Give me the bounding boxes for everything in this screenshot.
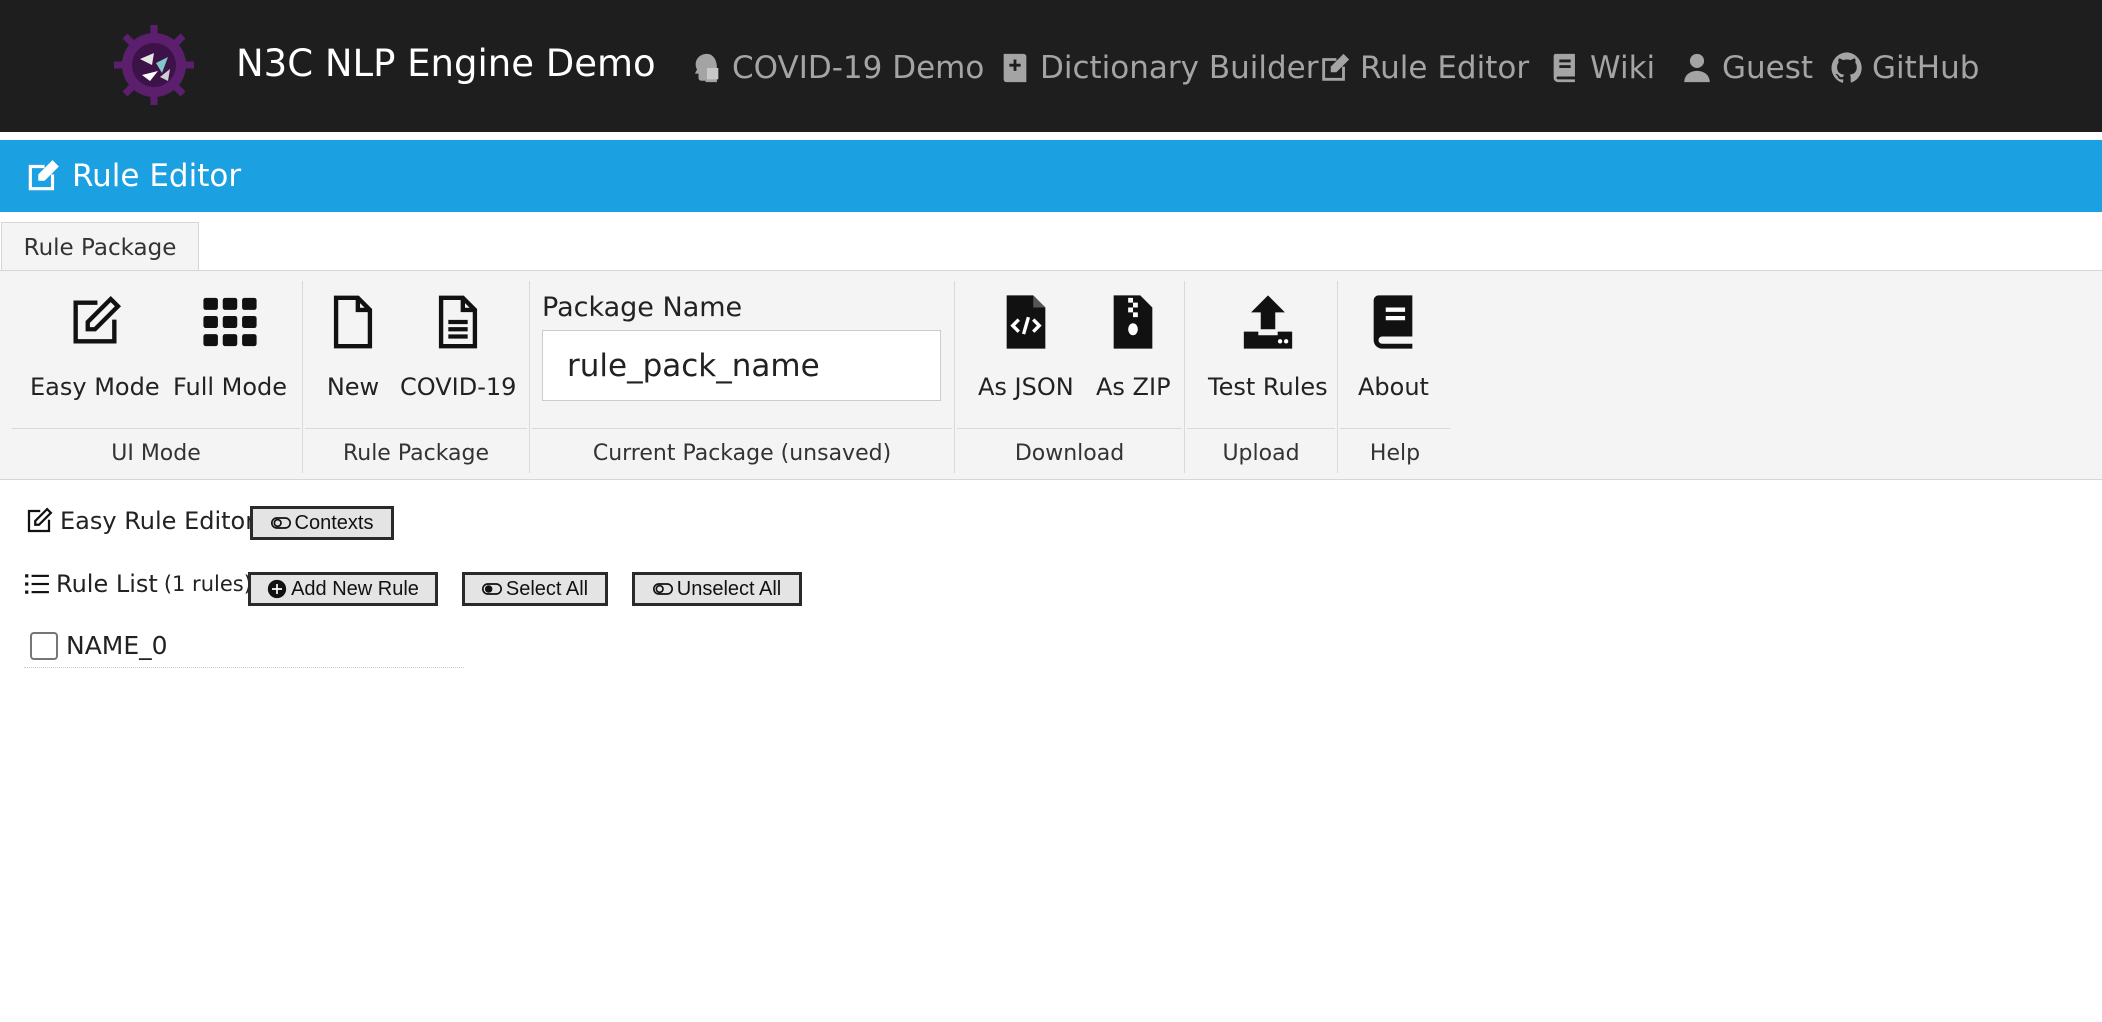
list-icon bbox=[25, 574, 49, 594]
grid-icon bbox=[203, 297, 257, 347]
easy-rule-editor-header: Easy Rule Editor bbox=[24, 506, 255, 536]
new-package-button[interactable]: New bbox=[324, 293, 382, 401]
head-side-mask-icon bbox=[694, 53, 719, 83]
tab-rule-package[interactable]: Rule Package bbox=[1, 222, 199, 272]
group-label-ui-mode: UI Mode bbox=[111, 441, 201, 466]
download-zip-button[interactable]: As ZIP bbox=[1096, 293, 1171, 401]
group-label-upload: Upload bbox=[1222, 441, 1300, 466]
rule-count: (1 rules) bbox=[163, 572, 252, 596]
rule-list-header: Rule List (1 rules) bbox=[24, 570, 252, 598]
toggle-on-icon bbox=[481, 583, 502, 595]
book-plus-icon bbox=[1003, 53, 1027, 83]
group-label-download: Download bbox=[1014, 441, 1125, 466]
covid19-package-button[interactable]: COVID-19 bbox=[400, 293, 516, 401]
toggle-off-icon bbox=[270, 517, 291, 529]
rule-list-title: Rule List bbox=[56, 570, 158, 598]
file-lines-icon bbox=[439, 295, 478, 349]
group-label-help: Help bbox=[1369, 441, 1421, 466]
package-name-label: Package Name bbox=[542, 292, 743, 323]
file-zipper-icon bbox=[1113, 295, 1153, 349]
ribbon-toolbar: Easy Mode Full Mode UI Mode New COVID-19… bbox=[0, 270, 2102, 480]
page-title: Rule Editor bbox=[72, 158, 242, 194]
package-name-input[interactable] bbox=[542, 330, 941, 401]
add-new-rule-button[interactable]: Add New Rule bbox=[248, 572, 438, 606]
upload-icon bbox=[1243, 295, 1292, 349]
user-icon bbox=[1684, 53, 1710, 83]
group-label-current-package: Current Package (unsaved) bbox=[592, 441, 892, 466]
editor-title: Easy Rule Editor bbox=[60, 507, 256, 535]
book-icon bbox=[1374, 295, 1413, 349]
github-icon bbox=[1831, 52, 1862, 83]
easy-mode-button[interactable]: Easy Mode bbox=[30, 293, 160, 401]
full-mode-button[interactable]: Full Mode bbox=[173, 293, 287, 401]
select-all-button[interactable]: Select All bbox=[462, 572, 608, 606]
test-rules-button[interactable]: Test Rules bbox=[1208, 293, 1328, 401]
about-button[interactable]: About bbox=[1358, 293, 1429, 401]
unselect-all-button[interactable]: Unselect All bbox=[632, 572, 802, 606]
nav-guest[interactable]: Guest bbox=[1680, 44, 1813, 92]
rule-checkbox[interactable] bbox=[30, 631, 58, 660]
nav-github[interactable]: GitHub bbox=[1830, 44, 1979, 92]
top-navbar: N3C NLP Engine Demo COVID-19 Demo Dictio… bbox=[0, 0, 2102, 132]
list-item[interactable]: NAME_0 bbox=[24, 624, 464, 668]
plus-circle-icon bbox=[267, 579, 287, 599]
nav-covid-demo[interactable]: COVID-19 Demo bbox=[690, 44, 984, 92]
download-json-button[interactable]: As JSON bbox=[978, 293, 1074, 401]
contexts-button[interactable]: Contexts bbox=[250, 506, 394, 540]
nav-wiki[interactable]: Wiki bbox=[1548, 44, 1655, 92]
file-icon bbox=[333, 295, 373, 349]
n3c-logo-icon[interactable] bbox=[112, 23, 196, 107]
edit-icon bbox=[27, 507, 53, 533]
group-label-rule-package: Rule Package bbox=[342, 441, 490, 466]
book-icon bbox=[1553, 53, 1575, 83]
toggle-off-icon bbox=[652, 583, 673, 595]
edit-icon bbox=[28, 160, 59, 191]
edit-icon bbox=[73, 295, 121, 344]
page-title-bar: Rule Editor bbox=[0, 140, 2102, 212]
nav-rule-editor[interactable]: Rule Editor bbox=[1318, 44, 1529, 92]
rule-name: NAME_0 bbox=[66, 631, 168, 660]
file-code-icon bbox=[1006, 295, 1046, 349]
edit-icon bbox=[1322, 53, 1350, 81]
nav-dictionary-builder[interactable]: Dictionary Builder bbox=[998, 44, 1319, 92]
brand-title[interactable]: N3C NLP Engine Demo bbox=[236, 38, 656, 90]
